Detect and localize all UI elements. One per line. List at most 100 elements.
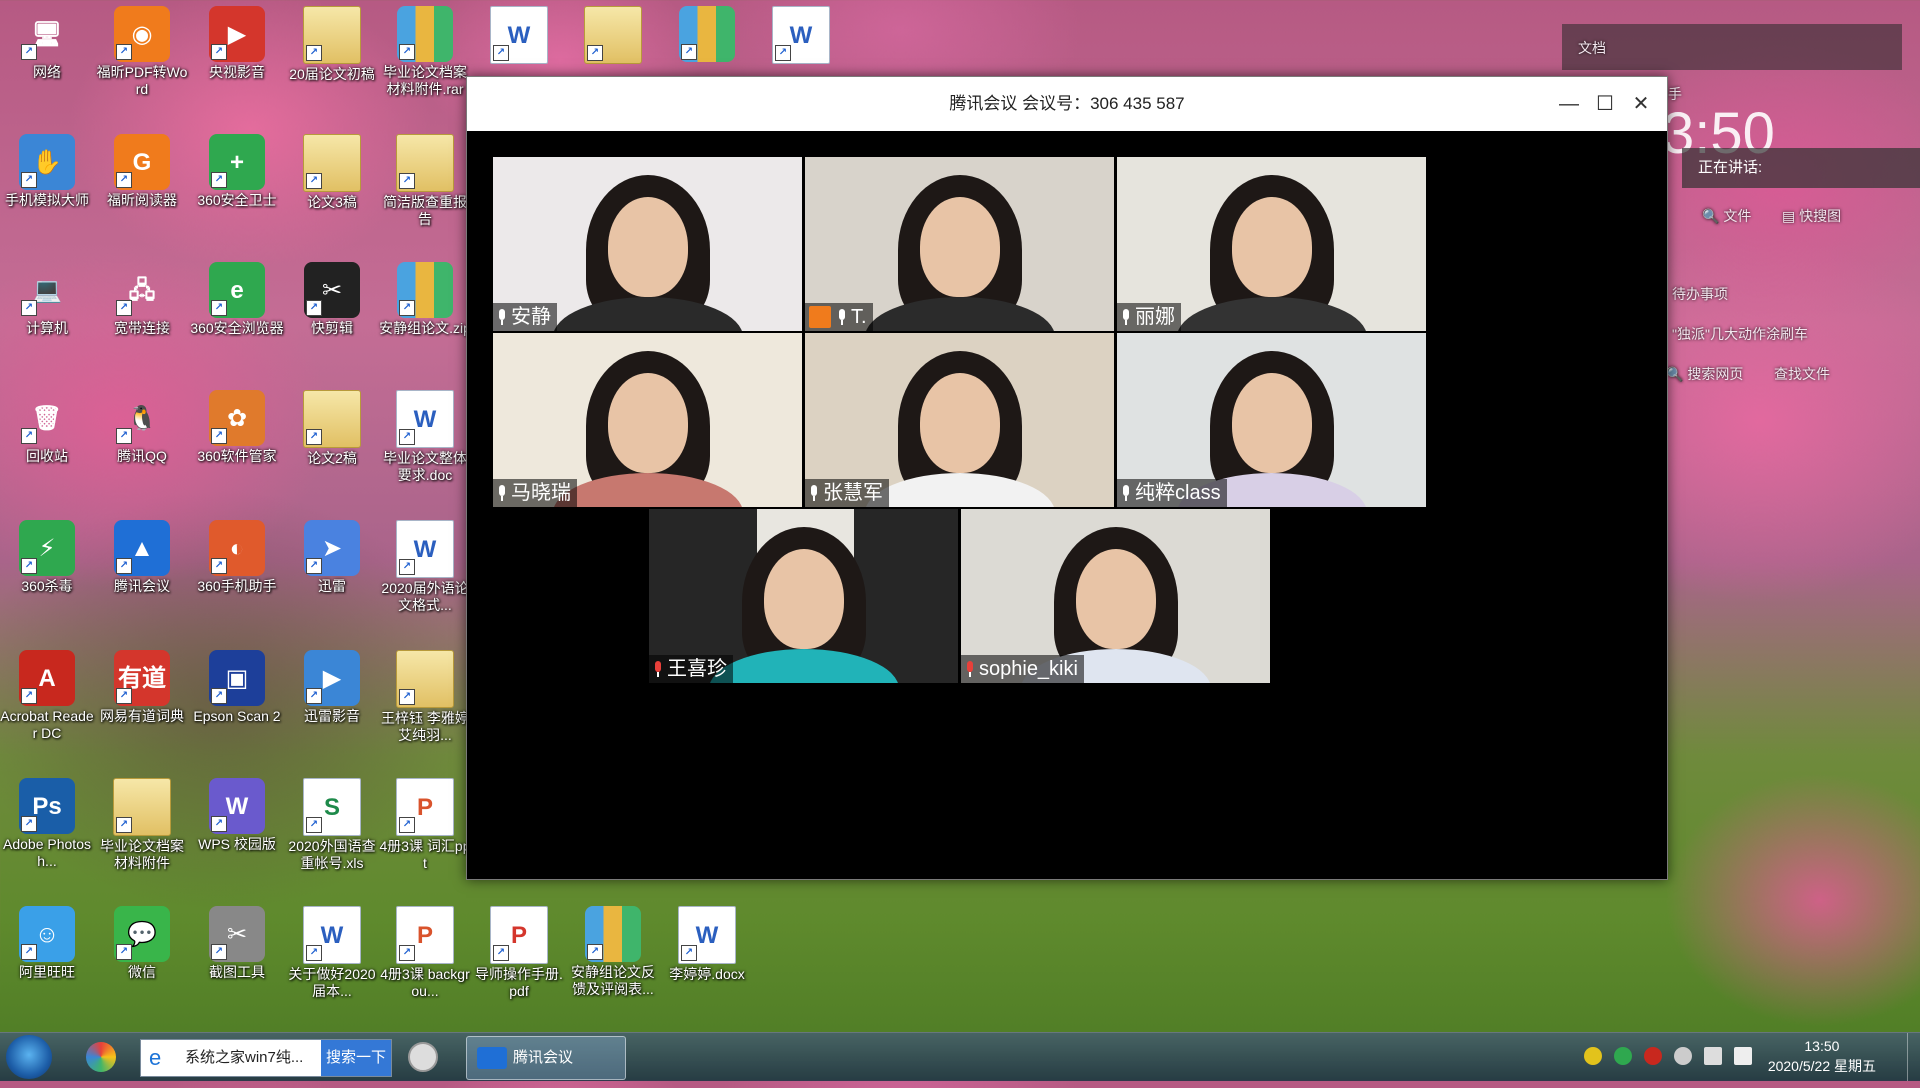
desktop-icon-label: 2020届外语论文格式... [381, 580, 469, 613]
desktop-icon[interactable]: W ↗ 毕业论文整体要求.doc [378, 390, 472, 484]
video-tile[interactable]: 张慧军 [805, 333, 1114, 507]
search-go-button[interactable]: 搜索一下 [321, 1040, 391, 1076]
desktop-icon[interactable]: ▶ ↗ 央视影音 [190, 6, 284, 81]
desktop-icon[interactable]: P ↗ 4册3课 backgrou... [378, 906, 472, 1000]
desktop-icon[interactable]: ↗ 20届论文初稿 [285, 6, 379, 83]
desktop-icon[interactable]: ☺ ↗ 阿里旺旺 [0, 906, 94, 981]
video-tile[interactable]: 纯粹class [1117, 333, 1426, 507]
video-tile[interactable]: 马晓瑞 [493, 333, 802, 507]
maximize-button[interactable]: ☐ [1587, 77, 1623, 131]
desktop-icon[interactable]: ↗ [660, 6, 754, 64]
tray-icon[interactable] [1584, 1047, 1602, 1065]
desktop-icon[interactable]: W ↗ 关于做好2020届本... [285, 906, 379, 1000]
desktop-icon[interactable]: ✂ ↗ 快剪辑 [285, 262, 379, 337]
sidebar-search-file[interactable]: 🔍 文件 [1702, 206, 1751, 226]
desktop-icon[interactable]: ◉ ↗ 福昕PDF转Word [95, 6, 189, 98]
video-tile[interactable]: 王喜珍 [649, 509, 958, 683]
taskbar-item-meeting-label: 腾讯会议 [513, 1049, 574, 1066]
desktop-icon[interactable]: W ↗ WPS 校园版 [190, 778, 284, 853]
start-button[interactable] [6, 1035, 52, 1079]
taskbar-clock[interactable]: 13:50 2020/5/22 星期五 [1768, 1036, 1876, 1076]
desktop-icon[interactable]: Ps ↗ Adobe Photosh... [0, 778, 94, 870]
desktop-icon[interactable]: ↗ 论文2稿 [285, 390, 379, 467]
desktop-icon[interactable]: ▶ ↗ 迅雷影音 [285, 650, 379, 725]
desktop-icon[interactable]: ↗ [566, 6, 660, 66]
shortcut-arrow-icon: ↗ [211, 300, 227, 316]
desktop-icon[interactable]: P ↗ 4册3课 词汇ppt [378, 778, 472, 872]
desktop-icon-label: 网络 [33, 64, 61, 80]
show-desktop-button[interactable] [1907, 1033, 1920, 1081]
desktop-icon-label: 简洁版查重报告 [383, 194, 467, 227]
sidebar-quick-search[interactable]: ▤ 快搜图 [1782, 206, 1841, 226]
snipping-tool-taskbar-icon[interactable] [408, 1037, 452, 1077]
participant-name: 纯粹class [1135, 482, 1221, 504]
desktop-icon[interactable]: 💻 ↗ 计算机 [0, 262, 94, 337]
minimize-button[interactable]: — [1551, 77, 1587, 131]
desktop-icon[interactable]: ➤ ↗ 迅雷 [285, 520, 379, 595]
desktop-icon[interactable]: ↗ 王梓钰 李雅婷 艾纯羽... [378, 650, 472, 744]
shortcut-arrow-icon: ↗ [399, 945, 415, 961]
pinned-app-icon[interactable] [86, 1037, 126, 1077]
desktop-icon[interactable]: W ↗ 2020届外语论文格式... [378, 520, 472, 614]
sidebar-search-web[interactable]: 🔍 搜索网页 [1666, 364, 1743, 384]
desktop-icon[interactable]: ⚡ ↗ 360杀毒 [0, 520, 94, 595]
mic-muted-icon [965, 661, 975, 677]
desktop-icon[interactable]: ↗ 安静组论文.zip [378, 262, 472, 337]
sidebar-news[interactable]: "独派"几大动作涂刷车 [1672, 324, 1808, 344]
app-icon: ✂ ↗ [209, 906, 265, 962]
folder-icon: ↗ [584, 6, 642, 64]
desktop-icon[interactable]: ▣ ↗ Epson Scan 2 [190, 650, 284, 725]
desktop-icon[interactable]: ▲ ↗ 腾讯会议 [95, 520, 189, 595]
desktop-icon-label: 网易有道词典 [100, 708, 184, 724]
desktop-icon[interactable]: ↗ 简洁版查重报告 [378, 134, 472, 228]
desktop-icon[interactable]: ✿ ↗ 360软件管家 [190, 390, 284, 465]
tray-app-icon[interactable] [1674, 1047, 1692, 1065]
desktop-icon[interactable]: W ↗ [472, 6, 566, 66]
sidebar-find-file[interactable]: 查找文件 [1774, 364, 1830, 384]
desktop-icon[interactable]: ↗ 毕业论文档案材料附件.rar [378, 6, 472, 98]
participant-body [552, 297, 743, 331]
desktop-icon[interactable]: ✂ ↗ 截图工具 [190, 906, 284, 981]
desktop-icon[interactable]: e ↗ 360安全浏览器 [190, 262, 284, 337]
desktop-icon[interactable]: 有道 ↗ 网易有道词典 [95, 650, 189, 725]
desktop-icon[interactable]: 🗑 ↗ 回收站 [0, 390, 94, 465]
volume-icon[interactable] [1734, 1047, 1752, 1065]
sidebar-doc-label[interactable]: 文档 [1578, 38, 1606, 58]
search-file-label: 文件 [1723, 208, 1752, 224]
desktop-icon[interactable]: + ↗ 360安全卫士 [190, 134, 284, 209]
close-button[interactable]: ✕ [1623, 77, 1659, 131]
video-tile[interactable]: sophie_kiki [961, 509, 1270, 683]
desktop-icon[interactable]: 💬 ↗ 微信 [95, 906, 189, 981]
desktop-icon[interactable]: 🖥 ↗ 网络 [0, 6, 94, 81]
desktop-icon[interactable]: P ↗ 导师操作手册.pdf [472, 906, 566, 1000]
desktop-icon[interactable]: S ↗ 2020外国语查重帐号.xls [285, 778, 379, 872]
desktop-icon-label: 央视影音 [209, 64, 265, 80]
search-box-text: 系统之家win7纯... [185, 1049, 304, 1066]
shield-icon[interactable] [1614, 1047, 1632, 1065]
desktop-icon[interactable]: ◐ ↗ 360手机助手 [190, 520, 284, 595]
tray-app-icon[interactable] [1644, 1047, 1662, 1065]
desktop-icon[interactable]: 🖧 ↗ 宽带连接 [95, 262, 189, 337]
word-icon: W ↗ [396, 390, 454, 448]
network-icon[interactable] [1704, 1047, 1722, 1065]
browser-search-box[interactable]: e 系统之家win7纯... 搜索一下 [140, 1039, 392, 1077]
participant-body [552, 473, 743, 507]
shortcut-arrow-icon: ↗ [21, 172, 37, 188]
desktop-icon[interactable]: 🐧 ↗ 腾讯QQ [95, 390, 189, 465]
window-titlebar[interactable]: 腾讯会议 会议号：306 435 587 — ☐ ✕ [467, 77, 1667, 131]
desktop-icon[interactable]: W ↗ [754, 6, 848, 66]
sidebar-todo[interactable]: 待办事项 [1672, 284, 1728, 304]
desktop-icon[interactable]: ✋ ↗ 手机模拟大师 [0, 134, 94, 209]
video-tile[interactable]: 丽娜 [1117, 157, 1426, 331]
taskbar-item-meeting[interactable]: 腾讯会议 [466, 1036, 626, 1080]
meeting-window[interactable]: 腾讯会议 会议号：306 435 587 — ☐ ✕ 安静 T. 丽娜马晓瑞 张慧军 纯… [466, 76, 1668, 880]
word-icon: W ↗ [772, 6, 830, 64]
video-tile[interactable]: T. [805, 157, 1114, 331]
desktop-icon[interactable]: W ↗ 李婷婷.docx [660, 906, 754, 983]
video-tile[interactable]: 安静 [493, 157, 802, 331]
desktop-icon[interactable]: ↗ 安静组论文反馈及评阅表... [566, 906, 660, 998]
desktop-icon[interactable]: A ↗ Acrobat Reader DC [0, 650, 94, 742]
desktop-icon[interactable]: ↗ 毕业论文档案材料附件 [95, 778, 189, 872]
desktop-icon[interactable]: G ↗ 福昕阅读器 [95, 134, 189, 209]
desktop-icon[interactable]: ↗ 论文3稿 [285, 134, 379, 211]
